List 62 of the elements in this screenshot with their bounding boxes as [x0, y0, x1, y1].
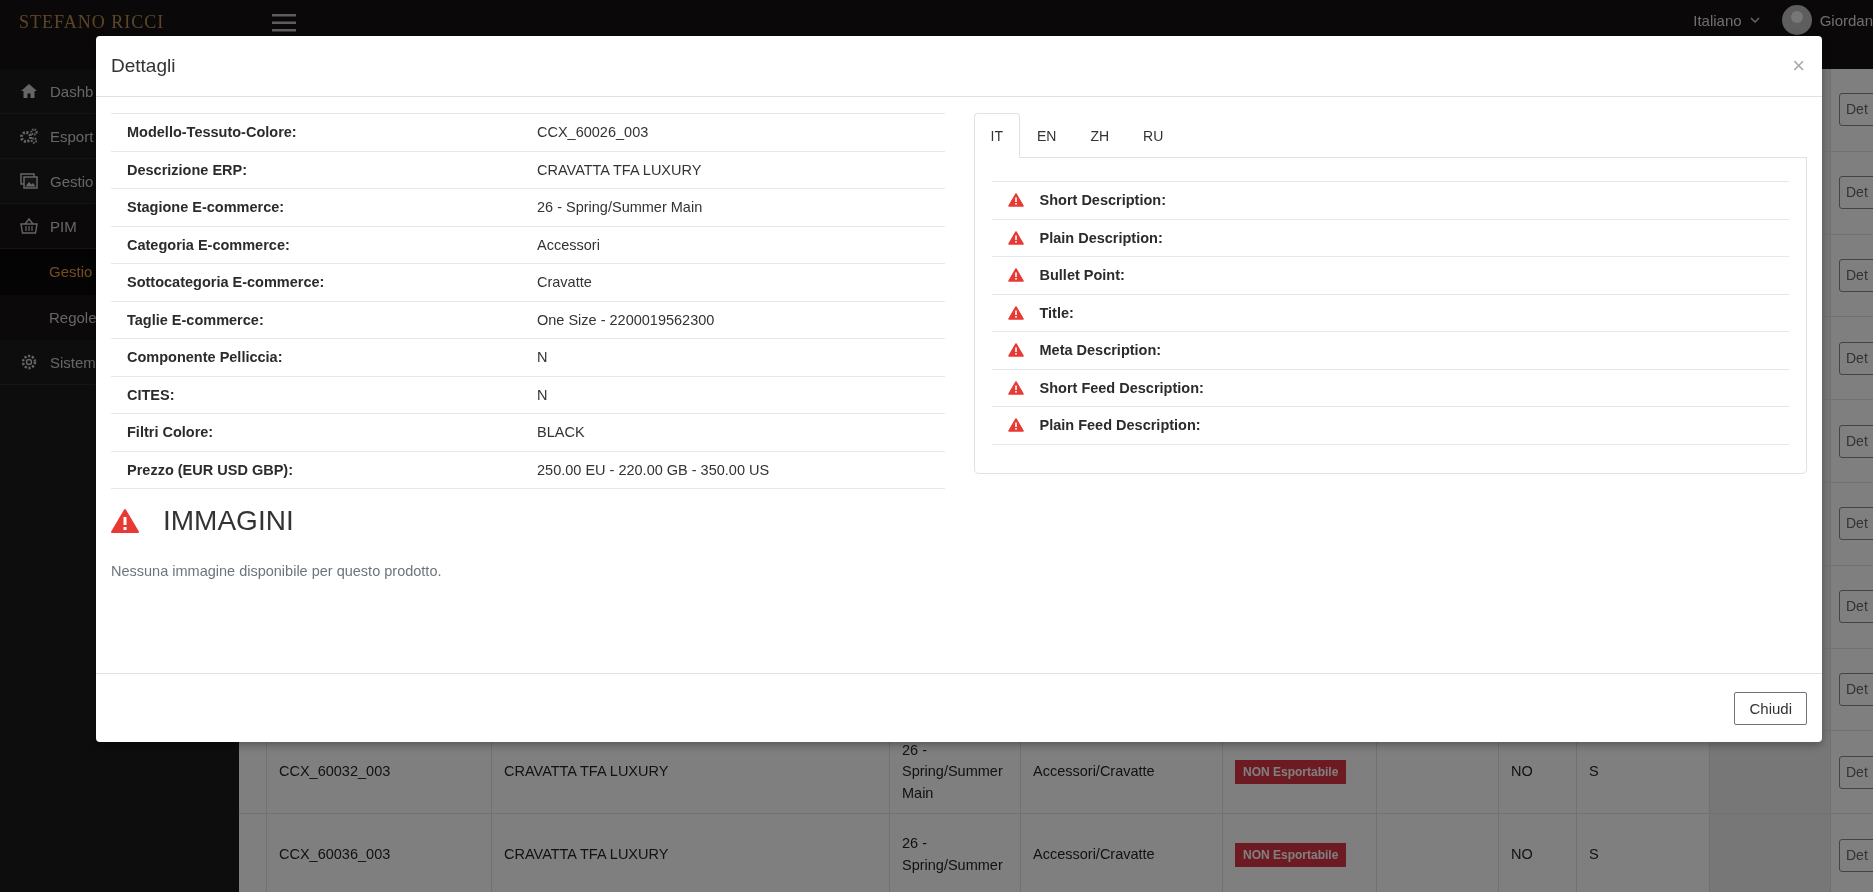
language-tab[interactable]: RU: [1126, 113, 1181, 158]
details-button[interactable]: Det: [1839, 259, 1873, 292]
field-label: Title:: [1039, 304, 1074, 321]
language-tab[interactable]: IT: [973, 113, 1020, 158]
language-tab[interactable]: ZH: [1073, 113, 1127, 158]
details-button[interactable]: Det: [1839, 93, 1873, 127]
field-value: BLACK: [537, 424, 586, 441]
field-label: Plain Feed Description:: [1039, 417, 1201, 434]
field-label: Short Feed Description:: [1039, 379, 1204, 396]
menu-icon[interactable]: [272, 14, 296, 32]
field-label: Plain Description:: [1039, 229, 1163, 246]
details-button[interactable]: Det: [1839, 341, 1873, 375]
status-badge: NON Esportabile: [1235, 843, 1347, 868]
field-label: Filtri Colore:: [127, 424, 215, 441]
images-icon: [20, 173, 38, 189]
field-value: Accessori: [537, 236, 601, 253]
field-value: CRAVATTA TFA LUXURY: [537, 161, 703, 178]
details-button[interactable]: Det: [1839, 755, 1873, 789]
status-badge: NON Esportabile: [1235, 760, 1347, 785]
table-cell: CRAVATTA TFA LUXURY: [492, 814, 890, 892]
field-value: 26 - Spring/Summer Main: [537, 199, 704, 216]
details-button[interactable]: Det: [1839, 424, 1873, 458]
logo: STEFANO RICCI: [18, 12, 166, 33]
avatar-icon[interactable]: [1781, 5, 1812, 35]
gears-icon: [20, 128, 38, 144]
section-heading: IMMAGINI: [163, 505, 294, 537]
field-value: 250.00 EU - 220.00 GB - 350.00 US: [537, 461, 771, 478]
field-label: Descrizione ERP:: [127, 161, 249, 178]
settings-icon: [20, 353, 38, 371]
field-value: N: [537, 349, 549, 366]
table-cell: Accessori/Cravatte: [1021, 814, 1223, 892]
user-name[interactable]: Giordan: [1819, 11, 1873, 29]
table-cell: CCX_60036_003: [267, 814, 492, 892]
field-value: N: [537, 386, 549, 403]
basket-icon: [20, 218, 38, 234]
field-label: Bullet Point:: [1039, 267, 1125, 284]
close-button[interactable]: Chiudi: [1734, 691, 1807, 725]
field-label: Sottocategoria E-commerce:: [127, 274, 326, 291]
field-label: Short Description:: [1039, 192, 1166, 209]
table-cell: 26 - Spring/Summer: [890, 814, 1021, 892]
chevron-icon: [1749, 16, 1760, 24]
empty-message: Nessuna immagine disponibile per questo prodotto.: [111, 563, 443, 579]
details-button[interactable]: Det: [1839, 507, 1873, 541]
field-label: Modello-Tessuto-Colore:: [127, 124, 298, 141]
language-selector[interactable]: Italiano: [1693, 11, 1742, 29]
field-label: Prezzo (EUR USD GBP):: [127, 461, 294, 478]
field-value: CCX_60026_003: [537, 124, 650, 141]
details-button[interactable]: Det: [1839, 590, 1873, 624]
table-cell: NO: [1499, 814, 1577, 892]
details-button[interactable]: Det: [1839, 176, 1873, 210]
field-value: Cravatte: [537, 274, 593, 291]
field-label: Taglie E-commerce:: [127, 311, 265, 328]
details-button[interactable]: Det: [1839, 838, 1873, 872]
field-value: One Size - 2200019562300: [537, 311, 716, 328]
field-label: Meta Description:: [1039, 342, 1162, 359]
home-icon: [20, 83, 38, 99]
language-tab[interactable]: EN: [1019, 113, 1074, 158]
dialog-title: Dettagli: [111, 55, 176, 77]
close-button[interactable]: ×: [1790, 53, 1807, 79]
field-label: CITES:: [127, 386, 176, 403]
field-label: Componente Pelliccia:: [127, 349, 284, 366]
details-button[interactable]: Det: [1839, 672, 1873, 706]
